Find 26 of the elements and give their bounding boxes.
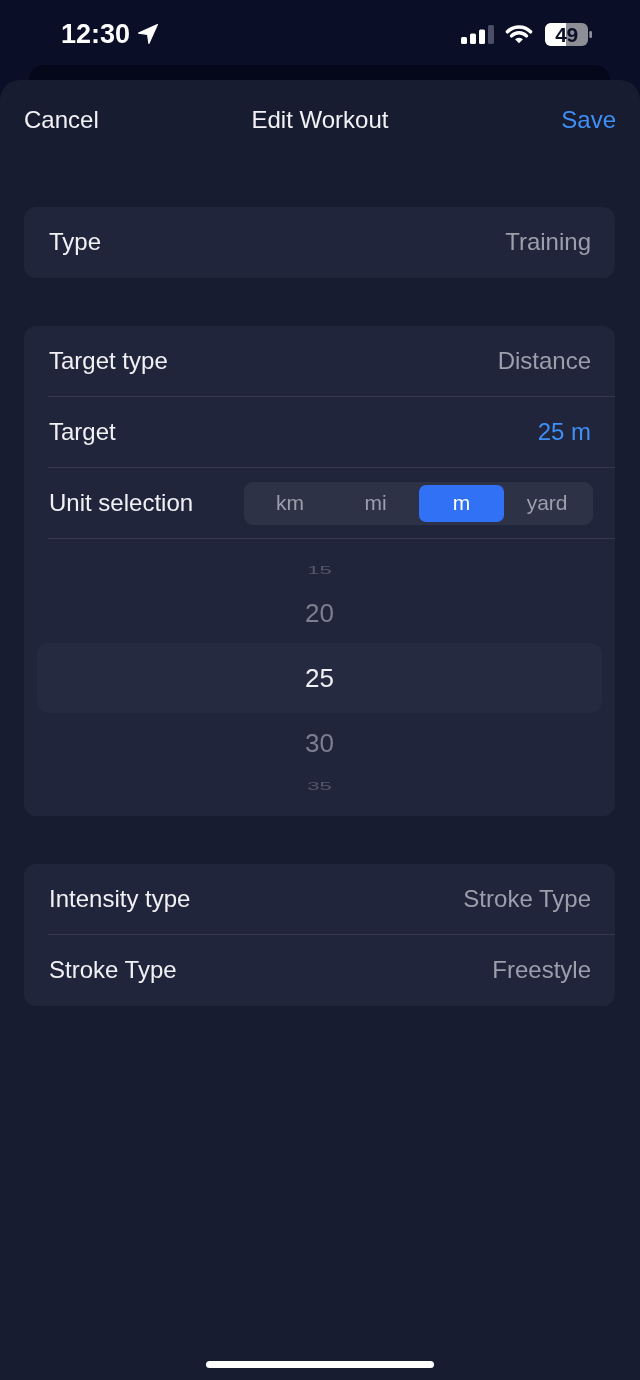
row-label: Target xyxy=(49,417,116,447)
row-value[interactable]: Distance xyxy=(497,346,591,376)
picker-value[interactable]: 20 xyxy=(305,600,334,626)
cancel-button[interactable]: Cancel xyxy=(24,105,99,135)
unit-segment[interactable]: km xyxy=(247,484,333,522)
save-button[interactable]: Save xyxy=(561,105,616,135)
row-value[interactable]: Training xyxy=(505,228,591,257)
unit-segment[interactable]: mi xyxy=(332,484,419,522)
row-label: Intensity type xyxy=(49,884,191,914)
picker-value[interactable]: 25 xyxy=(305,665,334,691)
row-value[interactable]: Stroke Type xyxy=(463,884,591,914)
row-label: Type xyxy=(49,228,102,257)
picker-value[interactable]: 30 xyxy=(305,730,334,756)
signal-icon xyxy=(461,24,494,44)
location-arrow-icon xyxy=(138,24,159,44)
row-label: Target type xyxy=(49,346,168,376)
row-value[interactable]: Freestyle xyxy=(492,956,591,985)
unit-segment[interactable]: yard xyxy=(504,484,590,522)
row-label: Unit selection xyxy=(49,488,194,518)
row-value[interactable]: 25 m xyxy=(537,417,591,447)
row-label: Stroke Type xyxy=(49,956,177,985)
nav-title: Edit Workout xyxy=(251,105,389,135)
status-time: 12:30 xyxy=(61,20,131,48)
unit-segment[interactable]: m xyxy=(418,484,505,522)
unit-segmented-control[interactable]: km mi m yard xyxy=(244,481,593,525)
wifi-icon xyxy=(505,24,533,44)
